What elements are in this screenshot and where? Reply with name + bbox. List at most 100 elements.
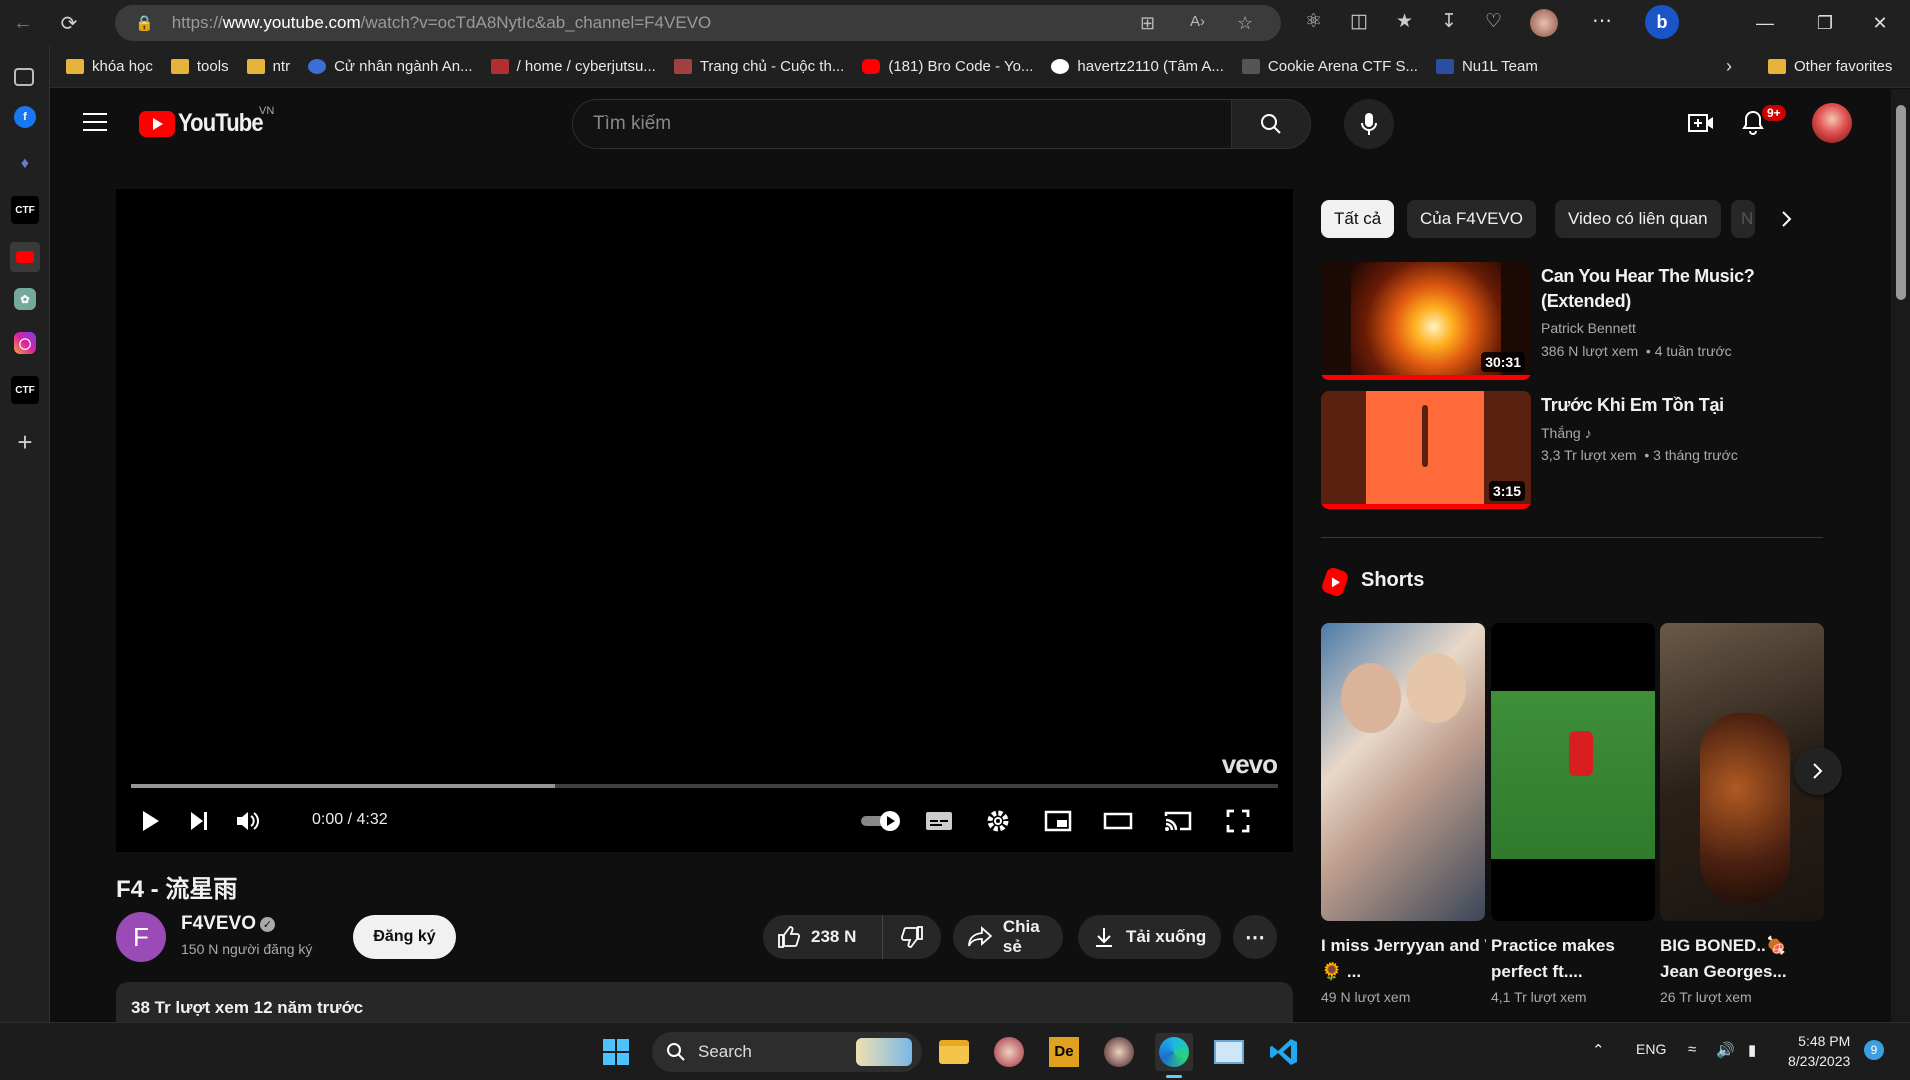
bookmark-item[interactable]: khóa học — [66, 58, 153, 75]
video-thumbnail[interactable]: 3:15 — [1321, 391, 1531, 509]
recommendation-item[interactable]: 30:31 Can You Hear The Music? (Extended)… — [1321, 262, 1851, 382]
shorts-next-button[interactable] — [1794, 747, 1842, 795]
bookmark-item[interactable]: ntr — [246, 58, 290, 75]
bookmark-item[interactable]: Nu1L Team — [1435, 58, 1538, 75]
bing-copilot-icon[interactable]: b — [1645, 5, 1679, 39]
short-title[interactable]: BIG BONED..🍖 Jean Georges... — [1660, 933, 1825, 985]
account-avatar[interactable] — [1812, 103, 1852, 143]
other-favorites[interactable]: Other favorites — [1768, 58, 1892, 75]
search-input[interactable]: Tìm kiếm — [572, 99, 1232, 149]
short-thumbnail[interactable] — [1491, 623, 1655, 921]
subtitles-button[interactable] — [919, 797, 959, 845]
channel-avatar[interactable]: F — [116, 912, 166, 962]
progress-bar[interactable] — [131, 784, 1278, 788]
chatgpt-icon[interactable]: ✿ — [14, 288, 36, 310]
scrollbar-thumb[interactable] — [1896, 105, 1906, 300]
favorite-star-icon[interactable]: ☆ — [1237, 13, 1253, 34]
channel-name[interactable]: Thắng ♪ — [1541, 425, 1592, 441]
downloads-icon[interactable]: ↧ — [1441, 10, 1457, 33]
recommendation-item[interactable]: 3:15 Trước Khi Em Tồn Tại Thắng ♪ 3,3 Tr… — [1321, 391, 1851, 511]
extensions-icon[interactable]: ⚛ — [1305, 10, 1322, 33]
add-icon[interactable]: + — [11, 427, 39, 457]
battery-icon[interactable]: ▮ — [1748, 1041, 1756, 1059]
youtube-icon[interactable] — [10, 242, 40, 272]
taskbar-search[interactable]: Search — [652, 1032, 922, 1072]
facebook-icon[interactable]: f — [14, 106, 36, 128]
instagram-icon[interactable]: ◯ — [14, 332, 36, 354]
next-button[interactable] — [184, 797, 214, 845]
bookmark-item[interactable]: Cử nhân ngành An... — [308, 58, 473, 75]
share-button[interactable]: Chia sẻ — [953, 915, 1063, 959]
edge-browser-icon[interactable] — [1155, 1033, 1193, 1071]
address-bar[interactable]: 🔒 https://www.youtube.com/watch?v=ocTdA8… — [115, 5, 1281, 41]
back-button[interactable]: ← — [0, 3, 46, 43]
ctf-icon[interactable]: CTF — [11, 376, 39, 404]
short-thumbnail[interactable] — [1321, 623, 1485, 921]
theater-mode-button[interactable] — [1098, 797, 1138, 845]
bookmark-item[interactable]: havertz2110 (Tâm A... — [1051, 58, 1224, 75]
app-icon[interactable] — [990, 1033, 1028, 1071]
more-icon[interactable]: ⋯ — [1592, 8, 1612, 33]
chip-related[interactable]: Video có liên quan — [1555, 200, 1721, 238]
maximize-icon[interactable]: ❐ — [1800, 0, 1850, 46]
chevron-up-icon[interactable]: ⌃ — [1592, 1041, 1605, 1059]
split-screen-icon[interactable]: ◫ — [1350, 10, 1368, 33]
chip-channel[interactable]: Của F4VEVO — [1407, 200, 1536, 238]
search-button[interactable] — [1232, 99, 1311, 149]
channel-name[interactable]: F4VEVO — [181, 913, 256, 935]
short-title[interactable]: I miss Jerryyan and V 🌻 ... — [1321, 933, 1486, 985]
cast-button[interactable] — [1158, 797, 1198, 845]
file-explorer-icon[interactable] — [935, 1033, 973, 1071]
language-indicator[interactable]: ENG — [1636, 1041, 1666, 1057]
settings-button[interactable] — [978, 797, 1018, 845]
tab-actions-icon[interactable] — [14, 68, 34, 86]
volume-button[interactable] — [233, 797, 263, 845]
app-icon[interactable] — [1100, 1033, 1138, 1071]
ctf-icon[interactable]: CTF — [11, 196, 39, 224]
refresh-button[interactable]: ⟳ — [46, 3, 92, 43]
chip-all[interactable]: Tất cả — [1321, 200, 1395, 238]
chip-partial[interactable]: N — [1731, 200, 1755, 238]
autoplay-toggle[interactable] — [859, 797, 905, 845]
app-available-icon[interactable]: ⊞ — [1140, 13, 1155, 34]
menu-icon[interactable] — [83, 113, 107, 131]
channel-name[interactable]: Patrick Bennett — [1541, 320, 1636, 336]
profile-avatar[interactable] — [1530, 9, 1558, 37]
notification-badge[interactable]: 9 — [1864, 1040, 1884, 1060]
youtube-logo[interactable]: YouTube VN — [139, 105, 274, 138]
browser-essentials-icon[interactable]: ♡ — [1485, 10, 1502, 33]
dislike-button[interactable] — [883, 915, 941, 959]
vscode-icon[interactable] — [1265, 1033, 1303, 1071]
site-icon[interactable]: ♦ — [11, 150, 39, 178]
start-button[interactable] — [597, 1033, 635, 1071]
more-actions-button[interactable]: ⋯ — [1233, 915, 1277, 959]
short-title[interactable]: Practice makes perfect ft.... — [1491, 933, 1656, 985]
bookmark-item[interactable]: tools — [170, 58, 229, 75]
fullscreen-button[interactable] — [1218, 797, 1258, 845]
task-manager-icon[interactable] — [1210, 1033, 1248, 1071]
system-clock[interactable]: 5:48 PM 8/23/2023 — [1788, 1031, 1850, 1071]
voice-search-button[interactable] — [1344, 99, 1394, 149]
chips-next-button[interactable] — [1769, 201, 1805, 237]
minimize-icon[interactable]: — — [1740, 0, 1790, 46]
chevron-right-icon[interactable]: › — [1726, 56, 1732, 77]
favorites-icon[interactable]: ★ — [1396, 10, 1413, 33]
bookmark-item[interactable]: Cookie Arena CTF S... — [1241, 58, 1418, 75]
download-button[interactable]: Tải xuống — [1078, 915, 1221, 959]
volume-icon[interactable]: 🔊 — [1716, 1041, 1735, 1059]
wifi-icon[interactable]: ≈ — [1688, 1041, 1696, 1058]
close-icon[interactable]: ✕ — [1855, 0, 1905, 46]
bookmark-item[interactable]: / home / cyberjutsu... — [490, 58, 656, 75]
like-button[interactable]: 238 N — [763, 915, 883, 959]
description-box[interactable]: 38 Tr lượt xem 12 năm trước — [116, 982, 1293, 1022]
dev-c-icon[interactable]: De — [1045, 1033, 1083, 1071]
create-button[interactable] — [1685, 107, 1717, 139]
miniplayer-button[interactable] — [1038, 797, 1078, 845]
subscribe-button[interactable]: Đăng ký — [353, 915, 456, 959]
read-aloud-icon[interactable]: A› — [1190, 13, 1205, 30]
video-player[interactable]: vevo 0:00 / 4:32 — [116, 189, 1293, 852]
bookmark-item[interactable]: (181) Bro Code - Yo... — [862, 58, 1033, 75]
bookmark-item[interactable]: Trang chủ - Cuộc th... — [673, 58, 844, 75]
video-thumbnail[interactable]: 30:31 — [1321, 262, 1531, 380]
play-button[interactable] — [136, 797, 166, 845]
